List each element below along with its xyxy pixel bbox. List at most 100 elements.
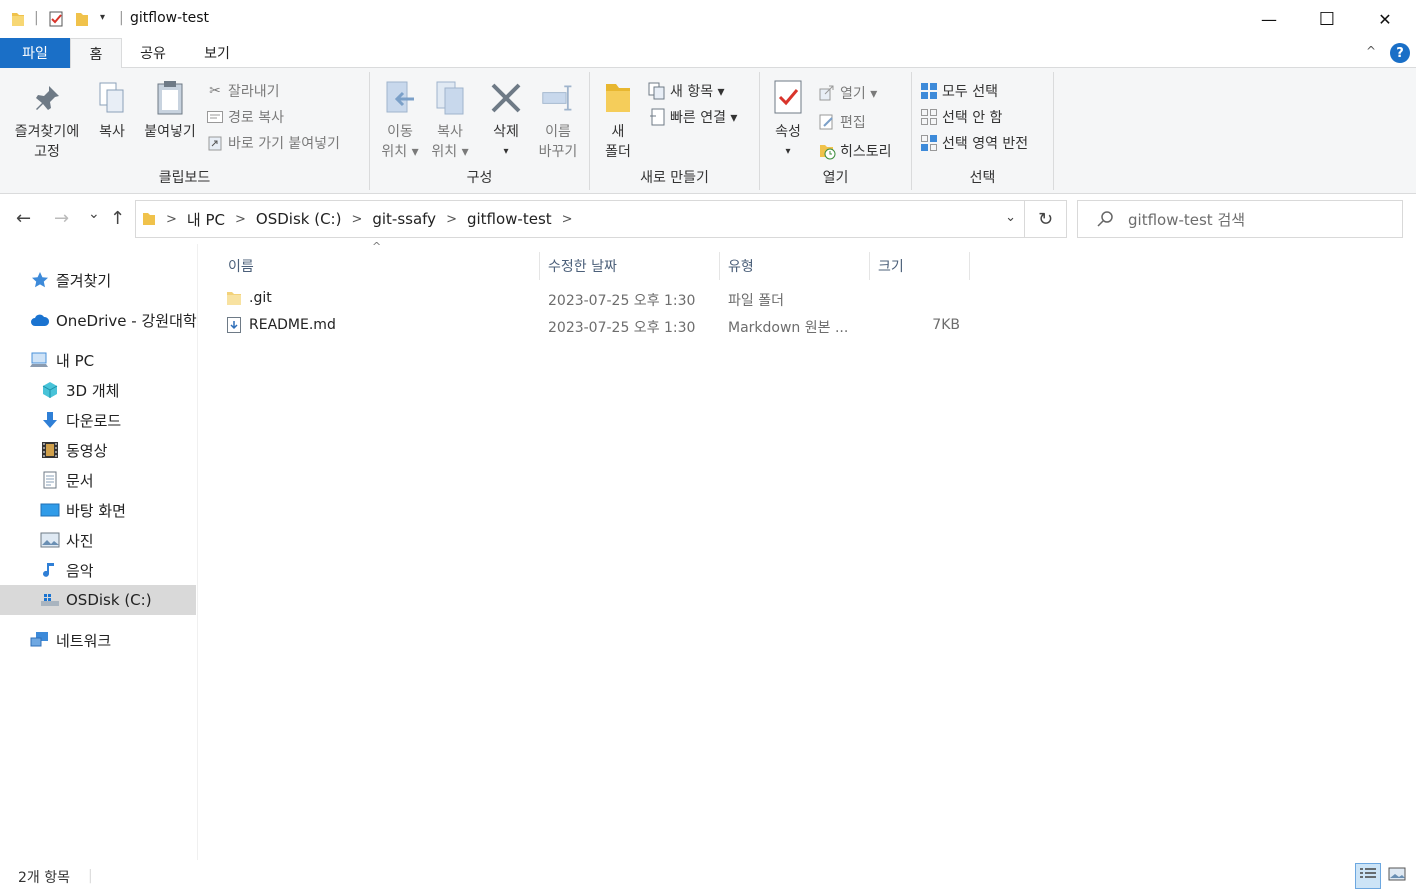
easy-access-button[interactable]: 빠른 연결 ▾: [648, 106, 737, 128]
organize-group: 이동 위치 ▾ 복사 위치 ▾ 삭제 ▾ 이름 바꾸기 구성: [370, 72, 590, 190]
cut-button[interactable]: ✂ 잘라내기: [206, 80, 279, 102]
tab-home[interactable]: 홈: [70, 38, 122, 69]
nav-thispc[interactable]: 내 PC: [30, 345, 94, 375]
breadcrumb-separator[interactable]: >: [235, 212, 246, 227]
select-all-button[interactable]: 모두 선택: [920, 80, 998, 102]
nav-documents[interactable]: 문서: [40, 465, 94, 495]
nav-onedrive[interactable]: OneDrive - 강원대학: [30, 305, 197, 335]
back-button[interactable]: ←: [16, 208, 31, 229]
nav-videos[interactable]: 동영상: [40, 435, 107, 465]
column-header-type[interactable]: 유형: [720, 252, 870, 280]
select-none-label: 선택 안 함: [942, 110, 1003, 126]
nav-desktop-label: 바탕 화면: [66, 501, 126, 520]
invert-selection-button[interactable]: 선택 영역 반전: [920, 132, 1028, 154]
breadcrumb-separator[interactable]: >: [562, 212, 573, 227]
breadcrumb-thispc[interactable]: 내 PC: [187, 209, 225, 230]
copy-to-button[interactable]: 복사 위치 ▾: [426, 78, 474, 162]
search-icon: [1096, 210, 1114, 228]
paste-button[interactable]: 붙여넣기: [138, 78, 202, 142]
nav-network[interactable]: 네트워크: [30, 625, 111, 655]
search-box[interactable]: gitflow-test 검색: [1077, 200, 1403, 238]
edit-button[interactable]: 편집: [818, 111, 866, 133]
markdown-file-icon: [226, 316, 242, 338]
nav-osdisk[interactable]: OSDisk (C:): [0, 585, 196, 615]
address-row: ← → ⌄ ↑ > 내 PC > OSDisk (C:) > git-ssafy…: [0, 194, 1416, 244]
select-all-label: 모두 선택: [942, 84, 998, 100]
address-bar[interactable]: > 내 PC > OSDisk (C:) > git-ssafy > gitfl…: [135, 200, 1025, 238]
folder-icon: [10, 10, 26, 28]
pin-to-quick-access-button[interactable]: 즐겨찾기에 고정: [8, 78, 86, 162]
nav-desktop[interactable]: 바탕 화면: [40, 495, 126, 525]
recent-locations-button[interactable]: ⌄: [88, 206, 100, 222]
breadcrumb-separator[interactable]: >: [446, 212, 457, 227]
nav-favorites[interactable]: 즐겨찾기: [30, 265, 111, 295]
new-item-button[interactable]: 새 항목 ▾: [648, 80, 725, 102]
nav-3d-objects[interactable]: 3D 개체: [40, 375, 119, 405]
tab-view[interactable]: 보기: [186, 38, 248, 68]
collapse-ribbon-icon[interactable]: ^: [1366, 44, 1376, 58]
column-header-name[interactable]: 이름: [220, 252, 540, 280]
customize-toolbar-icon[interactable]: ▾: [100, 12, 116, 30]
easy-access-icon: [648, 108, 666, 126]
properties-label-1: 속성: [775, 124, 801, 140]
breadcrumb-osdisk[interactable]: OSDisk (C:): [256, 210, 342, 228]
copy-label: 복사: [99, 124, 125, 140]
address-dropdown-icon[interactable]: ⌄: [1005, 210, 1016, 225]
copy-path-button[interactable]: 경로 복사: [206, 106, 284, 128]
table-row[interactable]: README.md 2023-07-25 오후 1:30 Markdown 원본…: [220, 313, 980, 339]
up-button[interactable]: ↑: [110, 208, 125, 229]
copy-button[interactable]: 복사: [92, 78, 132, 142]
breadcrumb-separator[interactable]: >: [166, 212, 177, 227]
column-header-modified[interactable]: 수정한 날짜: [540, 252, 720, 280]
copy-to-label-1: 복사: [437, 124, 463, 140]
nav-pictures[interactable]: 사진: [40, 525, 94, 555]
table-row[interactable]: .git 2023-07-25 오후 1:30 파일 폴더: [220, 286, 980, 312]
clipboard-group: 즐겨찾기에 고정 복사 붙여넣기 ✂ 잘라내기 경로 복사 바로 가기 붙여넣기…: [0, 72, 370, 190]
nav-3d-objects-label: 3D 개체: [66, 381, 120, 400]
properties-icon[interactable]: [48, 10, 64, 28]
select-none-button[interactable]: 선택 안 함: [920, 106, 1002, 128]
large-icons-view-button[interactable]: [1384, 863, 1410, 889]
breadcrumb-gitflow-test[interactable]: gitflow-test: [467, 210, 552, 228]
folder-icon: [226, 289, 242, 311]
rename-button[interactable]: 이름 바꾸기: [532, 78, 584, 162]
delete-label-2: ▾: [503, 146, 509, 157]
history-button[interactable]: 히스토리: [818, 140, 892, 162]
nav-music[interactable]: 음악: [40, 555, 94, 585]
large-icons-view-icon: [1388, 867, 1406, 885]
help-icon[interactable]: ?: [1390, 43, 1410, 63]
rename-label-1: 이름: [545, 124, 571, 140]
new-folder-button[interactable]: 새 폴더: [598, 78, 638, 162]
ribbon-tabs: 파일 홈 공유 보기 ^ ?: [0, 38, 1416, 69]
details-view-button[interactable]: [1355, 863, 1381, 889]
move-to-label-1: 이동: [387, 124, 413, 140]
close-button[interactable]: ✕: [1356, 0, 1414, 38]
delete-button[interactable]: 삭제 ▾: [484, 78, 528, 162]
copy-to-icon: [433, 78, 467, 118]
nav-music-label: 음악: [66, 561, 94, 580]
ribbon: 즐겨찾기에 고정 복사 붙여넣기 ✂ 잘라내기 경로 복사 바로 가기 붙여넣기…: [0, 68, 1416, 194]
open-button[interactable]: 열기 ▾: [818, 82, 877, 104]
history-label: 히스토리: [840, 144, 892, 160]
new-folder-label-1: 새: [611, 124, 625, 140]
refresh-button[interactable]: ↻: [1025, 200, 1067, 238]
properties-check-icon: [771, 78, 805, 118]
nav-downloads[interactable]: 다운로드: [40, 405, 121, 435]
forward-button[interactable]: →: [54, 208, 69, 229]
tab-share[interactable]: 공유: [126, 38, 180, 68]
new-folder-icon[interactable]: [74, 10, 90, 28]
new-item-icon: [648, 82, 666, 100]
properties-button[interactable]: 속성 ▾: [768, 78, 808, 162]
tab-file[interactable]: 파일: [0, 38, 70, 68]
paste-shortcut-button[interactable]: 바로 가기 붙여넣기: [206, 132, 340, 154]
paste-shortcut-icon: [206, 134, 224, 152]
maximize-button[interactable]: ☐: [1298, 0, 1356, 38]
select-group: 모두 선택 선택 안 함 선택 영역 반전 선택: [912, 72, 1054, 190]
breadcrumb-git-ssafy[interactable]: git-ssafy: [372, 210, 436, 228]
move-to-button[interactable]: 이동 위치 ▾: [376, 78, 424, 162]
delete-x-icon: [489, 78, 523, 118]
minimize-button[interactable]: —: [1240, 0, 1298, 38]
nav-osdisk-label: OSDisk (C:): [66, 591, 152, 609]
breadcrumb-separator[interactable]: >: [351, 212, 362, 227]
column-header-size[interactable]: 크기: [870, 252, 970, 280]
